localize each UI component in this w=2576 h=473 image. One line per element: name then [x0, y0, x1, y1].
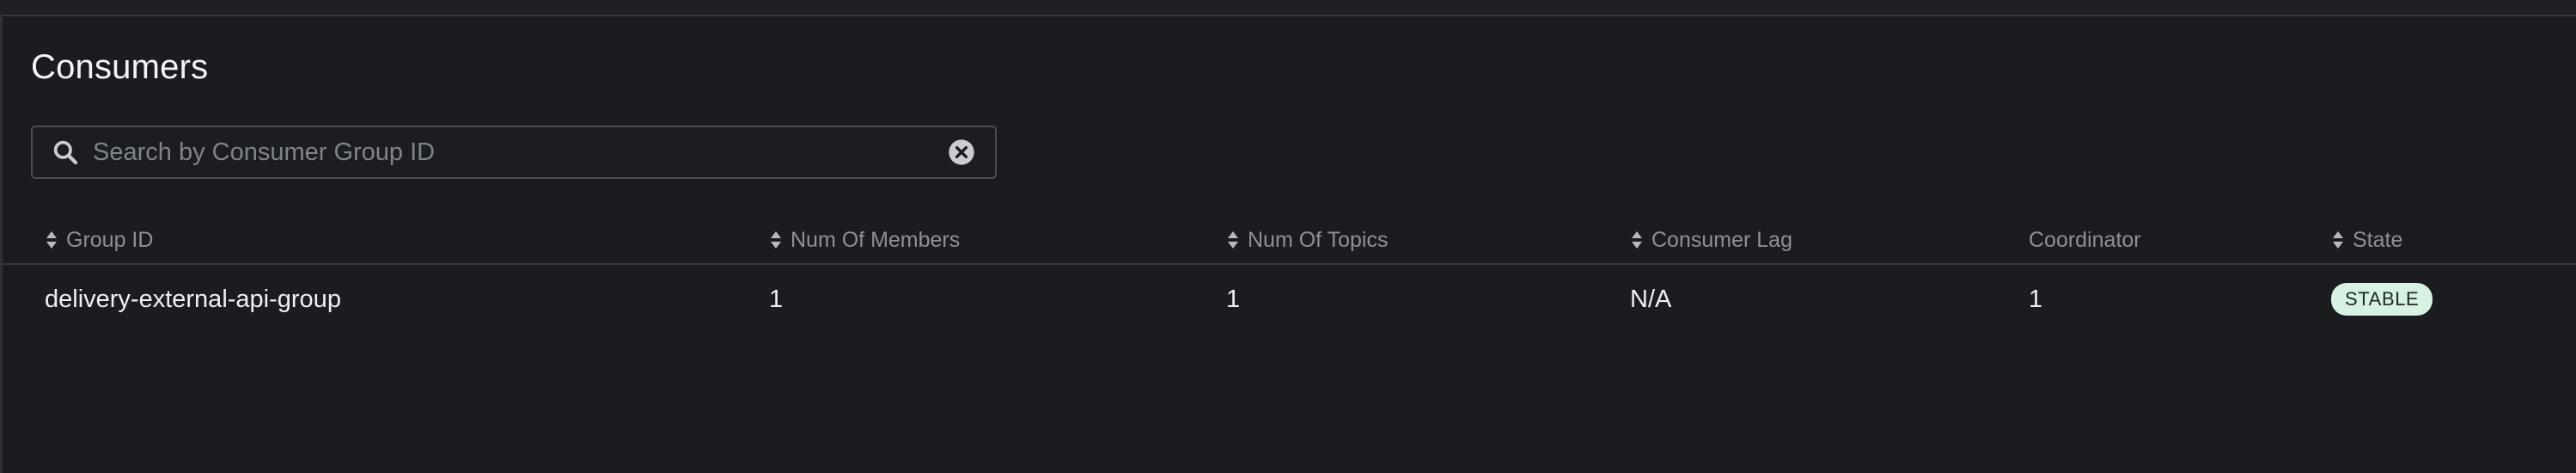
- column-header-state[interactable]: State: [2331, 217, 2402, 263]
- search-input[interactable]: [81, 127, 947, 177]
- column-header-coordinator: Coordinator: [2029, 217, 2141, 263]
- column-header-label: Num Of Members: [791, 227, 961, 252]
- column-header-label: Group ID: [66, 227, 154, 252]
- column-header-group-id[interactable]: Group ID: [45, 217, 153, 263]
- clear-icon[interactable]: [947, 138, 976, 167]
- column-header-label: State: [2353, 227, 2403, 252]
- column-header-num-members[interactable]: Num Of Members: [769, 217, 960, 263]
- cell-num-topics: 1: [1226, 285, 1241, 313]
- column-header-label: Num Of Topics: [1248, 227, 1389, 252]
- table-row[interactable]: delivery-external-api-group 1 1 N/A 1 ST…: [0, 265, 2576, 334]
- page-title: Consumers: [31, 48, 209, 86]
- column-header-consumer-lag[interactable]: Consumer Lag: [1630, 217, 1792, 263]
- cell-consumer-lag: N/A: [1630, 285, 1672, 313]
- search-icon: [50, 137, 81, 168]
- table-header: Group ID Num Of Members Num Of Topics Co…: [0, 217, 2576, 265]
- sort-icon: [769, 230, 783, 249]
- column-header-label: Coordinator: [2029, 227, 2141, 252]
- cell-num-members: 1: [769, 285, 784, 313]
- column-header-label: Consumer Lag: [1651, 227, 1792, 252]
- sort-icon: [2331, 230, 2345, 249]
- sort-icon: [1226, 230, 1240, 249]
- sort-icon: [45, 230, 58, 249]
- cell-group-id[interactable]: delivery-external-api-group: [45, 265, 341, 334]
- column-header-num-topics[interactable]: Num Of Topics: [1226, 217, 1388, 263]
- consumers-page: Consumers Group ID: [0, 0, 2576, 473]
- status-badge: STABLE: [2331, 283, 2433, 316]
- cell-coordinator: 1: [2029, 285, 2043, 313]
- search-box[interactable]: [31, 126, 997, 179]
- cell-state: STABLE: [2331, 265, 2433, 334]
- sort-icon: [1630, 230, 1644, 249]
- top-bar: [0, 0, 2576, 16]
